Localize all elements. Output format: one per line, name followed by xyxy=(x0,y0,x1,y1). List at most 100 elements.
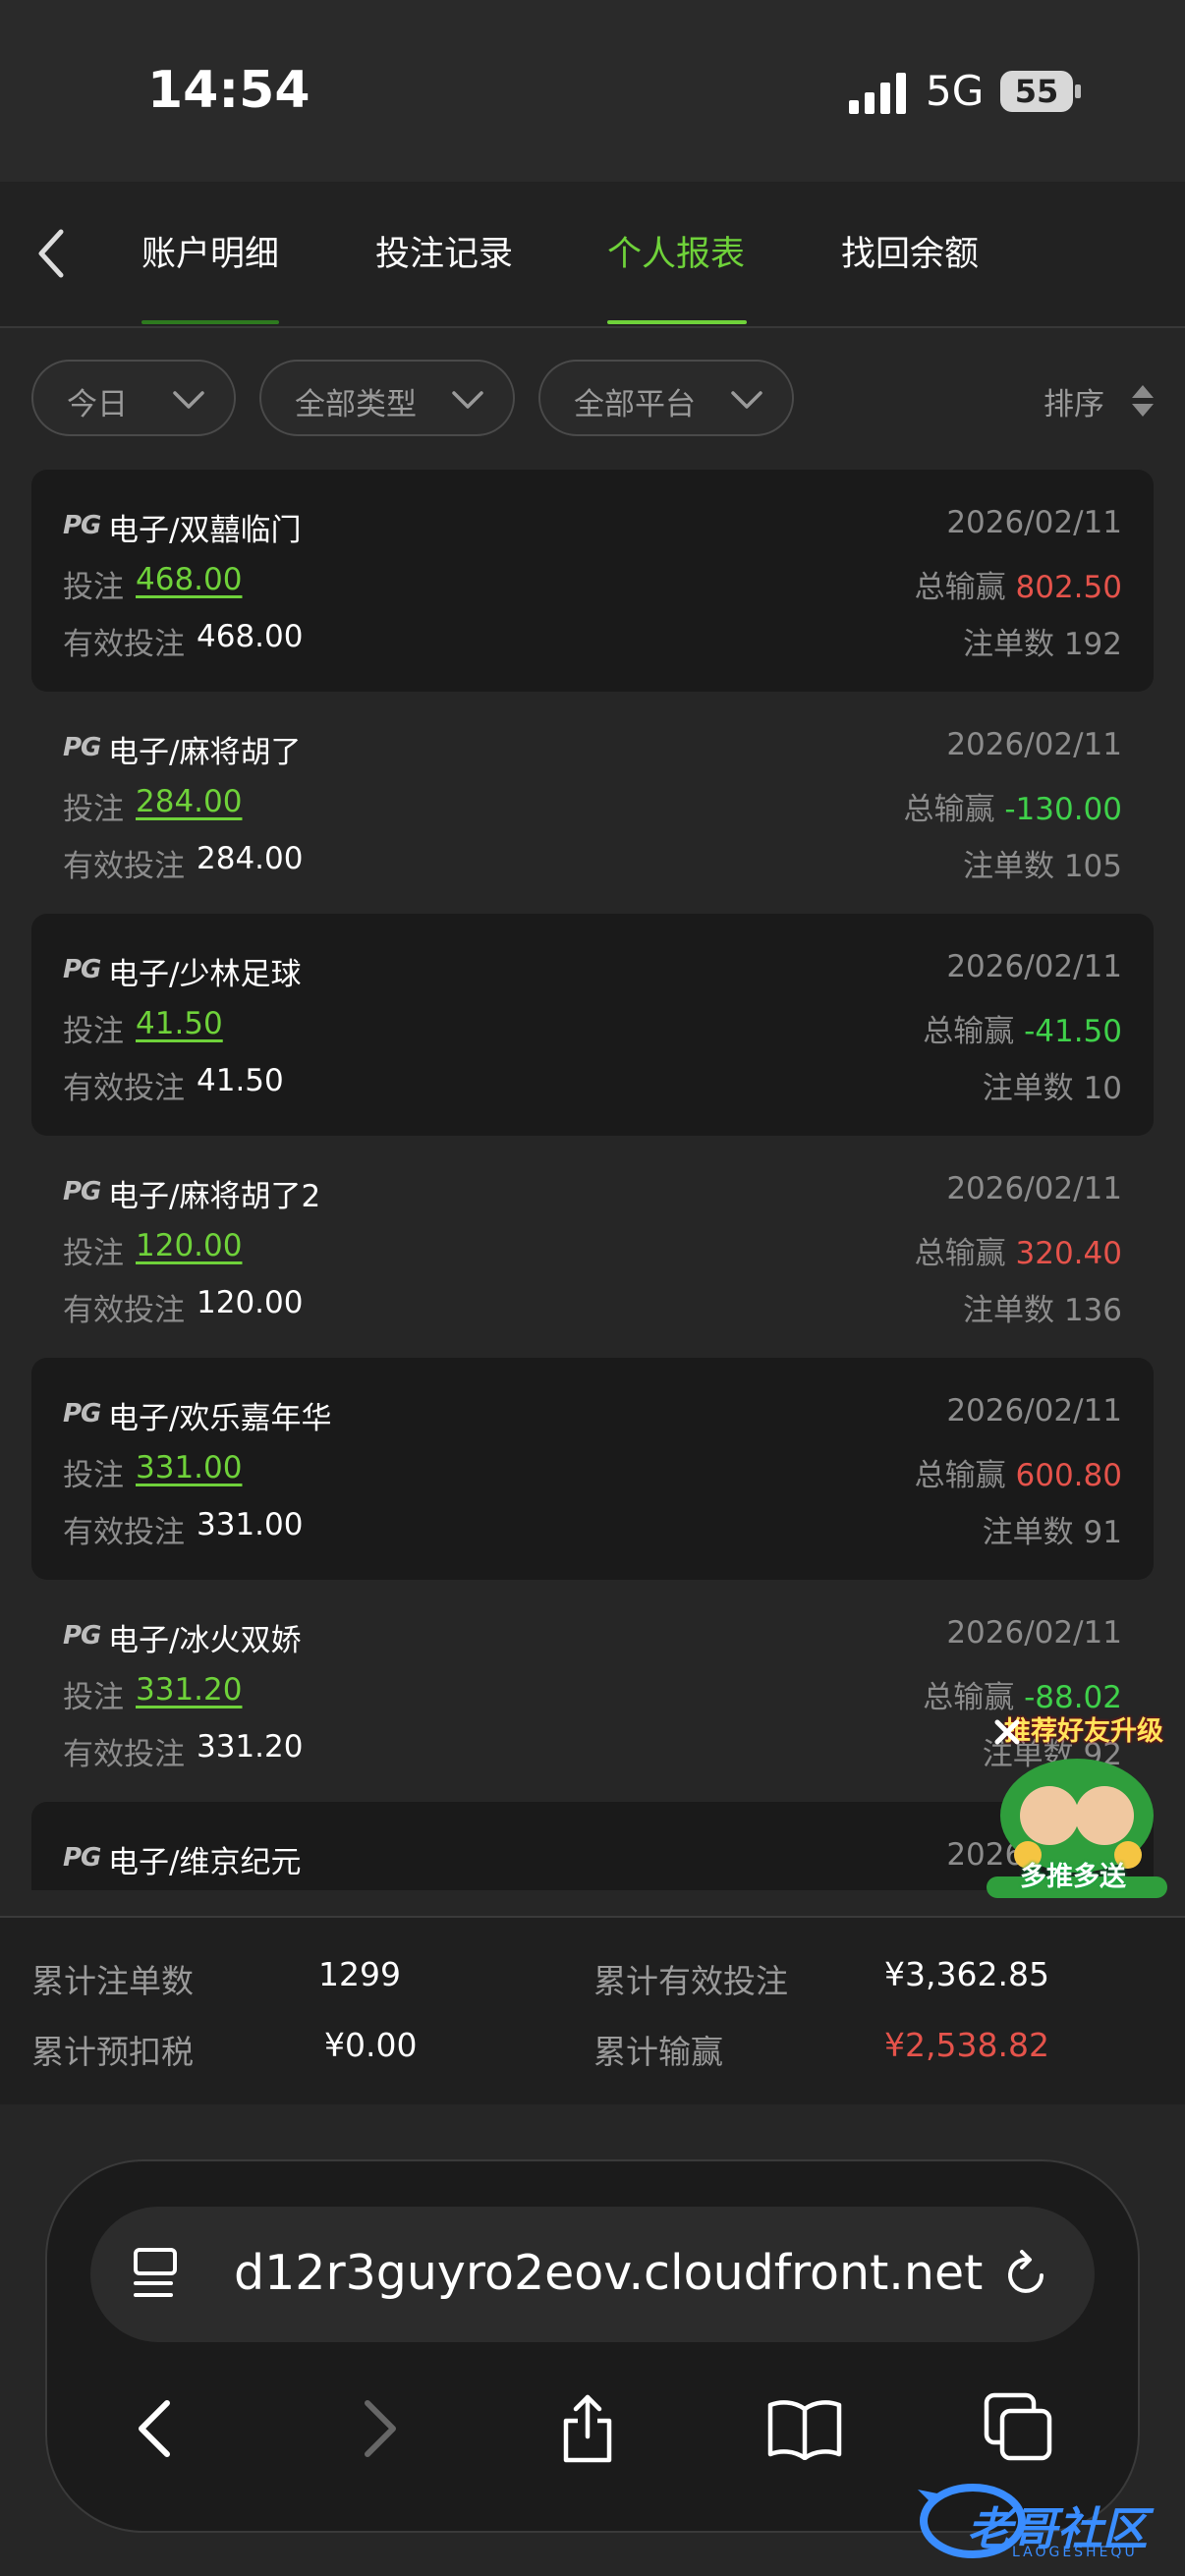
game-name: 电子/麻将胡了 xyxy=(108,735,302,770)
valid-bet-label: 有效投注 xyxy=(63,627,185,662)
bet-label: 投注 xyxy=(63,1458,124,1493)
promo-bottom-text: 多推多送 xyxy=(1020,1862,1126,1892)
total-valid-label: 累计有效投注 xyxy=(593,1962,788,2000)
promo-top-text: 推荐好友升级 xyxy=(1004,1716,1163,1747)
battery-icon: 55 xyxy=(1000,71,1073,112)
win-label: 总输赢 xyxy=(923,1014,1015,1049)
count-value: 91 xyxy=(1083,1515,1122,1550)
bet-label: 投注 xyxy=(63,1236,124,1271)
bet-amount[interactable]: 41.50 xyxy=(136,1006,223,1041)
record-date: 2026/02/11 xyxy=(946,1393,1122,1428)
bet-amount[interactable]: 120.00 xyxy=(136,1228,242,1263)
game-name: 电子/欢乐嘉年华 xyxy=(108,1401,332,1436)
tab-account-detail[interactable]: 账户明细 xyxy=(141,226,279,276)
browser-forward-icon[interactable] xyxy=(358,2397,401,2460)
count-row: 注单数 105 xyxy=(963,841,1122,885)
count-row: 注单数 192 xyxy=(963,619,1122,663)
record-date: 2026/02/11 xyxy=(946,505,1122,540)
bet-label: 投注 xyxy=(63,570,124,605)
total-count-value: 1299 xyxy=(318,1955,401,1993)
bet-amount[interactable]: 284.00 xyxy=(136,784,242,819)
win-label: 总输赢 xyxy=(903,792,995,827)
type-filter[interactable]: 全部类型 xyxy=(259,360,515,436)
count-label: 注单数 xyxy=(982,1071,1074,1106)
referral-promo-badge[interactable]: 推荐好友升级 多推多送 xyxy=(981,1708,1173,1900)
list-item[interactable]: PG 电子/麻将胡了 2026/02/11 投注 284.00 总输赢 -130… xyxy=(31,692,1154,914)
list-item[interactable]: PG 电子/少林足球 2026/02/11 投注 41.50 总输赢 -41.5… xyxy=(31,914,1154,1136)
pg-logo: PG xyxy=(63,733,101,762)
bet-label: 投注 xyxy=(63,792,124,827)
platform-filter[interactable]: 全部平台 xyxy=(538,360,794,436)
tab-bet-record[interactable]: 投注记录 xyxy=(375,226,513,276)
win-row: 总输赢 600.80 xyxy=(915,1450,1122,1494)
record-date: 2026/02/11 xyxy=(946,1171,1122,1206)
back-icon[interactable] xyxy=(31,224,71,283)
date-filter[interactable]: 今日 xyxy=(31,360,236,436)
page-menu-icon[interactable] xyxy=(132,2246,183,2301)
count-row: 注单数 91 xyxy=(983,1507,1122,1551)
sort-button[interactable]: 排序 xyxy=(1044,379,1104,423)
bet-amount[interactable]: 331.00 xyxy=(136,1450,242,1485)
bet-label: 投注 xyxy=(63,1014,124,1049)
win-amount: -130.00 xyxy=(1004,792,1122,827)
valid-bet-label: 有效投注 xyxy=(63,1737,185,1772)
chevron-down-icon xyxy=(173,391,204,409)
game-name: 电子/麻将胡了2 xyxy=(108,1179,321,1214)
count-label: 注单数 xyxy=(982,1515,1074,1550)
valid-bet-label: 有效投注 xyxy=(63,1515,185,1550)
record-date: 2026/02/11 xyxy=(946,949,1122,984)
valid-bet-amount: 120.00 xyxy=(197,1285,304,1320)
count-label: 注单数 xyxy=(962,849,1054,884)
reload-icon[interactable] xyxy=(998,2248,1053,2303)
tab-active-underline xyxy=(607,320,747,324)
bet-amount[interactable]: 331.20 xyxy=(136,1672,242,1708)
win-amount: 600.80 xyxy=(1015,1458,1122,1493)
count-label: 注单数 xyxy=(962,1293,1054,1328)
win-amount: 802.50 xyxy=(1015,570,1122,605)
bookmarks-icon[interactable] xyxy=(766,2397,843,2460)
total-win-label: 累计输赢 xyxy=(593,2033,723,2071)
game-name: 电子/维京纪元 xyxy=(108,1845,302,1880)
signal-icon xyxy=(849,73,906,114)
battery-nub xyxy=(1075,84,1081,98)
watermark-subtext: LAOGESHEQU xyxy=(1012,2545,1138,2560)
tab-personal-report[interactable]: 个人报表 xyxy=(607,226,745,276)
tax-value: ¥0.00 xyxy=(324,2026,418,2064)
summary-panel xyxy=(0,1916,1185,2104)
total-valid-value: ¥3,362.85 xyxy=(884,1955,1049,1993)
type-filter-label: 全部类型 xyxy=(295,387,417,422)
pg-logo: PG xyxy=(63,1621,101,1651)
list-item[interactable]: PG 电子/欢乐嘉年华 2026/02/11 投注 331.00 总输赢 600… xyxy=(31,1358,1154,1580)
tax-label: 累计预扣税 xyxy=(31,2033,194,2071)
win-amount: -41.50 xyxy=(1024,1014,1122,1049)
valid-bet-label: 有效投注 xyxy=(63,849,185,884)
pg-logo: PG xyxy=(63,511,101,540)
valid-bet-amount: 331.20 xyxy=(197,1729,304,1764)
win-label: 总输赢 xyxy=(914,570,1006,605)
valid-bet-amount: 284.00 xyxy=(197,841,304,876)
record-list: PG 电子/双囍临门 2026/02/11 投注 468.00 总输赢 802.… xyxy=(0,468,1185,1890)
game-name: 电子/冰火双娇 xyxy=(108,1623,302,1658)
win-amount: 320.40 xyxy=(1015,1236,1122,1271)
count-row: 注单数 136 xyxy=(963,1285,1122,1329)
record-date: 2026/02/11 xyxy=(946,1615,1122,1651)
community-watermark: 老哥社区 LAOGESHEQU xyxy=(914,2466,1169,2568)
count-label: 注单数 xyxy=(962,627,1054,662)
network-type: 5G xyxy=(926,67,985,115)
url-text[interactable]: d12r3guyro2eov.cloudfront.net xyxy=(234,2245,983,2301)
sort-icon[interactable] xyxy=(1130,383,1156,419)
valid-bet-amount: 468.00 xyxy=(197,619,304,654)
share-icon[interactable] xyxy=(556,2387,619,2466)
win-label: 总输赢 xyxy=(914,1458,1006,1493)
valid-bet-label: 有效投注 xyxy=(63,1071,185,1106)
count-value: 136 xyxy=(1063,1293,1122,1328)
list-item[interactable]: PG 电子/麻将胡了2 2026/02/11 投注 120.00 总输赢 320… xyxy=(31,1136,1154,1358)
list-item[interactable]: PG 电子/双囍临门 2026/02/11 投注 468.00 总输赢 802.… xyxy=(31,470,1154,692)
tab-underline-account xyxy=(141,320,279,324)
bet-amount[interactable]: 468.00 xyxy=(136,562,242,597)
browser-back-icon[interactable] xyxy=(134,2397,177,2460)
close-icon[interactable] xyxy=(992,1717,1022,1747)
status-time: 14:54 xyxy=(147,61,310,120)
tab-recover-balance[interactable]: 找回余额 xyxy=(841,226,979,276)
tabs-icon[interactable] xyxy=(983,2391,1053,2462)
